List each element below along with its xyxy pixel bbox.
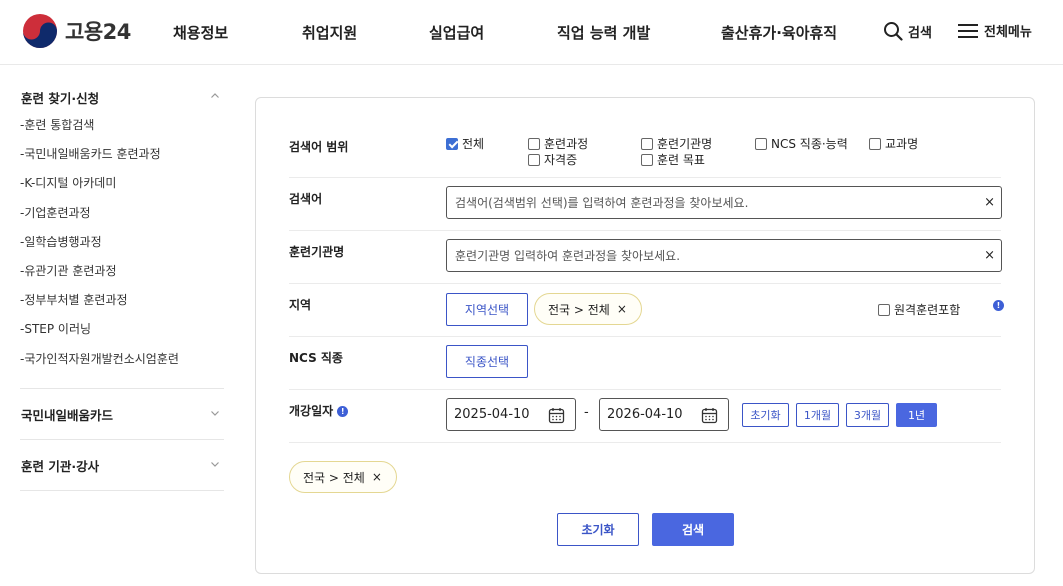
all-menu-label: 전체메뉴 [984, 25, 1032, 40]
checkbox-checked[interactable] [446, 137, 458, 150]
sidebar-item-related-agency[interactable]: -유관기관 훈련과정 [20, 263, 224, 292]
sidebar-item-consortium[interactable]: -국가인적자원개발컨소시엄훈련 [20, 351, 224, 380]
start-date-input[interactable]: 2025-04-10 [446, 398, 576, 431]
hamburger-menu-icon [958, 23, 978, 38]
sidebar-section-title: 훈련 기관·강사 [21, 458, 100, 474]
checkbox[interactable] [641, 153, 653, 166]
period-1-month-button[interactable]: 1개월 [796, 403, 839, 427]
date-reset-button[interactable]: 초기화 [742, 403, 789, 427]
sidebar-section-training-search: 훈련 찾기·신청 -훈련 통합검색 -국민내일배움카드 훈련과정 -K-디지털 … [20, 78, 224, 389]
date-separator: - [584, 405, 589, 420]
all-menu-button[interactable]: 전체메뉴 [957, 21, 1032, 40]
region-info-icon[interactable]: ! [993, 300, 1004, 311]
keyword-label: 검색어 [289, 192, 323, 206]
ncs-label: NCS 직종 [289, 351, 343, 365]
taegeuk-logo-icon [23, 14, 57, 48]
region-select-button[interactable]: 지역선택 [446, 293, 528, 326]
search-button[interactable]: 검색 [652, 513, 734, 546]
sidebar-section-institution-instructor[interactable]: 훈련 기관·강사 [20, 440, 224, 491]
remote-training-checkbox[interactable]: 원격훈련포함 [878, 301, 960, 318]
date-label-wrap: 개강일자! [289, 402, 349, 419]
end-date-value: 2026-04-10 [607, 407, 683, 422]
keyword-row: 검색어 × [289, 178, 1002, 231]
nav-item-jobs[interactable]: 채용정보 [173, 22, 228, 43]
sidebar-item-k-digital[interactable]: -K-디지털 아카데미 [20, 175, 224, 204]
chevron-up-icon[interactable] [210, 91, 220, 101]
date-label: 개강일자 [289, 404, 334, 418]
site-header: 고용24 채용정보 취업지원 실업급여 직업 능력 개발 출산휴가·육아휴직 검… [0, 0, 1063, 65]
region-chip-label: 전국 > 전체 [548, 302, 610, 317]
period-3-month-button[interactable]: 3개월 [846, 403, 889, 427]
selected-filter-chip-label: 전국 > 전체 [303, 470, 365, 485]
header-search-label: 검색 [908, 25, 932, 41]
checkbox[interactable] [528, 153, 540, 166]
region-label: 지역 [289, 298, 312, 312]
sidebar-section-naeil-card[interactable]: 국민내일배움카드 [20, 389, 224, 440]
checkbox[interactable] [878, 303, 890, 316]
ncs-select-button[interactable]: 직종선택 [446, 345, 528, 378]
site-logo[interactable]: 고용24 [22, 13, 131, 49]
header-search-button[interactable]: 검색 [883, 21, 932, 41]
region-chip-remove-icon[interactable]: × [617, 302, 627, 316]
sidebar-item-step-elearning[interactable]: -STEP 이러닝 [20, 321, 224, 350]
sidebar-section-title[interactable]: 훈련 찾기·신청 [20, 78, 224, 117]
logo-text: 고용24 [65, 20, 131, 44]
region-row: 지역 지역선택 전국 > 전체 × 원격훈련포함 ! [289, 284, 1004, 337]
sidebar-item-work-study[interactable]: -일학습병행과정 [20, 234, 224, 263]
sidebar-item-company-training[interactable]: -기업훈련과정 [20, 205, 224, 234]
scope-label: 검색어 범위 [289, 140, 349, 154]
sidebar-submenu: -훈련 통합검색 -국민내일배움카드 훈련과정 -K-디지털 아카데미 -기업훈… [20, 117, 224, 388]
scope-checkbox-all[interactable]: 전체 [446, 135, 484, 152]
checkbox[interactable] [528, 137, 540, 150]
checkbox[interactable] [755, 137, 767, 150]
sidebar-item-integrated-search[interactable]: -훈련 통합검색 [20, 117, 224, 146]
sidebar: 훈련 찾기·신청 -훈련 통합검색 -국민내일배움카드 훈련과정 -K-디지털 … [20, 78, 224, 491]
calendar-icon[interactable] [701, 407, 718, 424]
keyword-input[interactable] [447, 187, 957, 218]
chevron-down-icon [211, 461, 219, 467]
selected-filter-remove-icon[interactable]: × [372, 470, 382, 484]
checkbox[interactable] [869, 137, 881, 150]
search-panel: 검색어 범위 전체 훈련과정 훈련기관명 NCS 직종·능력 교과명 자격증 훈… [255, 97, 1035, 574]
end-date-input[interactable]: 2026-04-10 [599, 398, 729, 431]
scope-checkbox-course[interactable]: 훈련과정 [528, 135, 588, 152]
nav-item-vocational-training[interactable]: 직업 능력 개발 [557, 22, 650, 43]
nav-item-parental-leave[interactable]: 출산휴가·육아휴직 [721, 22, 837, 43]
nav-item-employment-support[interactable]: 취업지원 [302, 22, 357, 43]
calendar-icon[interactable] [548, 407, 565, 424]
sidebar-section-title: 국민내일배움카드 [21, 407, 114, 423]
selected-filter-chip: 전국 > 전체 × [289, 461, 397, 493]
scope-checkbox-institution[interactable]: 훈련기관명 [641, 135, 712, 152]
institution-input[interactable] [447, 240, 957, 271]
date-row: 개강일자! 2025-04-10 - 2026-04-10 초기화 1개월 3개… [289, 390, 1001, 443]
scope-checkbox-goal[interactable]: 훈련 목표 [641, 151, 705, 168]
start-date-value: 2025-04-10 [454, 407, 530, 422]
date-info-icon[interactable]: ! [337, 406, 349, 417]
scope-row: 검색어 범위 전체 훈련과정 훈련기관명 NCS 직종·능력 교과명 자격증 훈… [289, 126, 1001, 178]
institution-label: 훈련기관명 [289, 245, 345, 259]
keyword-clear-icon[interactable]: × [984, 195, 995, 210]
scope-checkbox-subject[interactable]: 교과명 [869, 135, 918, 152]
search-icon [884, 22, 903, 41]
keyword-field: × [446, 186, 1002, 219]
scope-checkbox-ncs[interactable]: NCS 직종·능력 [755, 135, 848, 152]
sidebar-item-naeil-card-course[interactable]: -국민내일배움카드 훈련과정 [20, 146, 224, 175]
chevron-down-icon [211, 410, 219, 416]
checkbox[interactable] [641, 137, 653, 150]
region-chip: 전국 > 전체 × [534, 293, 642, 325]
institution-field: × [446, 239, 1002, 272]
institution-clear-icon[interactable]: × [984, 248, 995, 263]
institution-row: 훈련기관명 × [289, 231, 1002, 284]
scope-checkbox-certificate[interactable]: 자격증 [528, 151, 577, 168]
nav-item-unemployment-benefit[interactable]: 실업급여 [429, 22, 484, 43]
sidebar-item-government-ministry[interactable]: -정부부처별 훈련과정 [20, 292, 224, 321]
reset-button[interactable]: 초기화 [557, 513, 639, 546]
period-1-year-button[interactable]: 1년 [896, 403, 937, 427]
ncs-row: NCS 직종 직종선택 [289, 337, 1001, 390]
